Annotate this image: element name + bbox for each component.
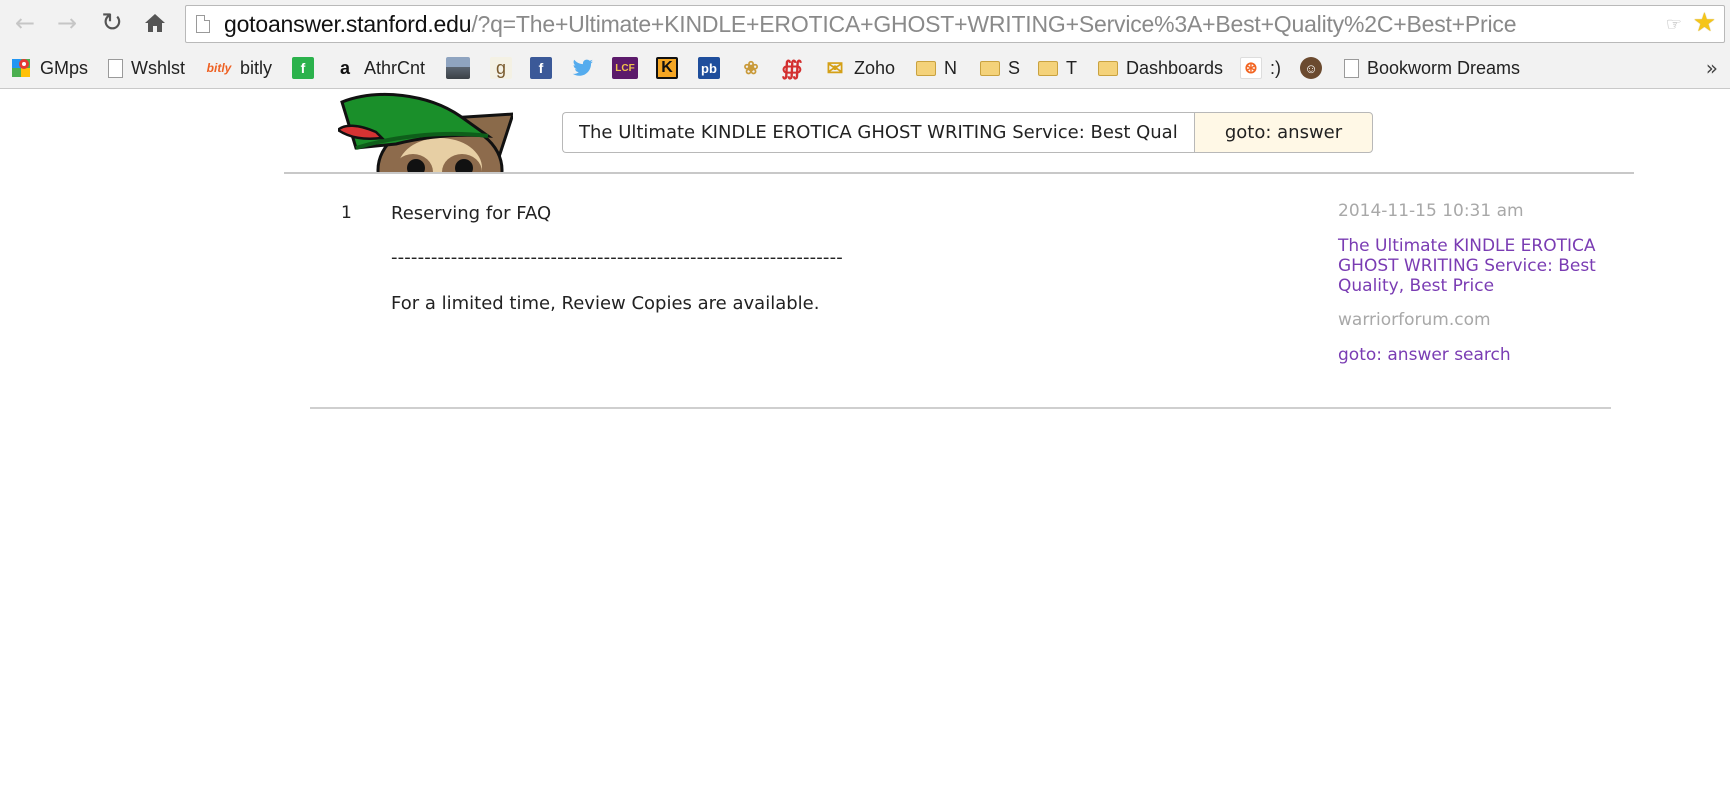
bookmark-folder-s[interactable]: S [980, 55, 1020, 81]
url-text: gotoanswer.stanford.edu/?q=The+Ultimate+… [224, 11, 1517, 37]
source-domain: warriorforum.com [1338, 310, 1491, 330]
page-icon [108, 58, 123, 78]
bookmarks-overflow-icon[interactable]: » [1706, 56, 1718, 80]
amazon-icon: a [339, 57, 350, 78]
bookmark-wshlst[interactable]: Wshlst [108, 55, 185, 81]
folder-icon [1098, 60, 1118, 76]
bookmark-bookworm-dreams[interactable]: Bookworm Dreams [1344, 55, 1520, 81]
header-divider [284, 172, 1634, 174]
bookmark-folder-n[interactable]: N [916, 55, 957, 81]
lcf-icon: LCF [612, 57, 638, 79]
goto-answer-button[interactable]: goto: answer [1194, 112, 1373, 153]
mailchimp-icon: ☺ [1300, 57, 1322, 79]
bookmark-mailchimp[interactable]: ☺ [1300, 55, 1330, 81]
folder-icon [980, 60, 1000, 76]
bookmark-k[interactable]: K [656, 55, 686, 81]
swirl-icon: ∰ [781, 57, 803, 80]
bookmark-smiley[interactable]: ⊛ :) [1240, 55, 1281, 81]
twitter-icon [572, 57, 594, 79]
bookmark-landscape[interactable] [446, 55, 478, 81]
folder-icon [916, 60, 936, 76]
search-input[interactable] [562, 112, 1195, 153]
bookmark-pb[interactable]: pb [698, 55, 728, 81]
bookmark-twitter[interactable] [572, 55, 602, 81]
bookmark-feedly[interactable]: f [292, 55, 322, 81]
search-form: goto: answer [562, 112, 1373, 153]
bookmark-wheat[interactable]: ❀ [740, 55, 770, 81]
home-icon[interactable] [140, 8, 170, 38]
bookmark-zoho[interactable]: ✉ Zoho [824, 55, 895, 81]
extension-icon[interactable]: ☞ [1666, 14, 1682, 35]
bookmark-folder-t[interactable]: T [1038, 55, 1077, 81]
landscape-image-icon [446, 57, 470, 79]
bookmark-facebook[interactable]: f [530, 55, 560, 81]
page-icon [1344, 58, 1359, 78]
result-body: For a limited time, Review Copies are av… [391, 293, 820, 314]
k-icon: K [656, 57, 678, 79]
back-arrow-icon[interactable]: ← [10, 8, 40, 38]
bookmark-goodreads[interactable]: g [490, 55, 520, 81]
address-bar[interactable]: gotoanswer.stanford.edu/?q=The+Ultimate+… [185, 5, 1725, 43]
result-title: Reserving for FAQ [391, 203, 552, 224]
bookmark-star-icon[interactable]: ★ [1693, 8, 1716, 38]
result-separator: ----------------------------------------… [391, 247, 843, 268]
goodreads-icon: g [490, 57, 512, 79]
folder-icon [1038, 60, 1058, 76]
reload-icon[interactable]: ↻ [97, 8, 127, 38]
bookmark-folder-dashboards[interactable]: Dashboards [1098, 55, 1223, 81]
bookmark-bitly[interactable]: bitly bitly [206, 55, 272, 81]
maps-pin-icon [10, 57, 32, 79]
bitly-logo-icon: bitly [206, 61, 232, 75]
orange-fork-icon: ⊛ [1240, 57, 1262, 79]
page-icon [196, 15, 210, 33]
result-divider [310, 407, 1611, 409]
browser-toolbar: ← → ↻ gotoanswer.stanford.edu/?q=The+Ult… [0, 0, 1730, 47]
result-timestamp: 2014-11-15 10:31 am [1338, 201, 1524, 221]
bookmark-lcf[interactable]: LCF [612, 55, 646, 81]
forward-arrow-icon[interactable]: → [52, 8, 82, 38]
result-number: 1 [341, 203, 352, 223]
facebook-icon: f [530, 57, 552, 79]
wheat-icon: ❀ [743, 57, 759, 78]
feedly-icon: f [292, 57, 314, 79]
pb-icon: pb [698, 57, 720, 79]
answer-search-link[interactable]: goto: answer search [1338, 345, 1511, 365]
envelope-icon: ✉ [826, 57, 844, 80]
source-question-link[interactable]: The Ultimate KINDLE EROTICA GHOST WRITIN… [1338, 236, 1628, 296]
bookmark-athrcnt[interactable]: a AthrCnt [334, 55, 425, 81]
bookmark-gmps[interactable]: GMps [10, 55, 88, 81]
bookmarks-bar: GMps Wshlst bitly bitly f a AthrCnt g f … [0, 47, 1730, 89]
bookmark-swirl[interactable]: ∰ [781, 55, 811, 81]
site-logo[interactable] [338, 90, 513, 172]
